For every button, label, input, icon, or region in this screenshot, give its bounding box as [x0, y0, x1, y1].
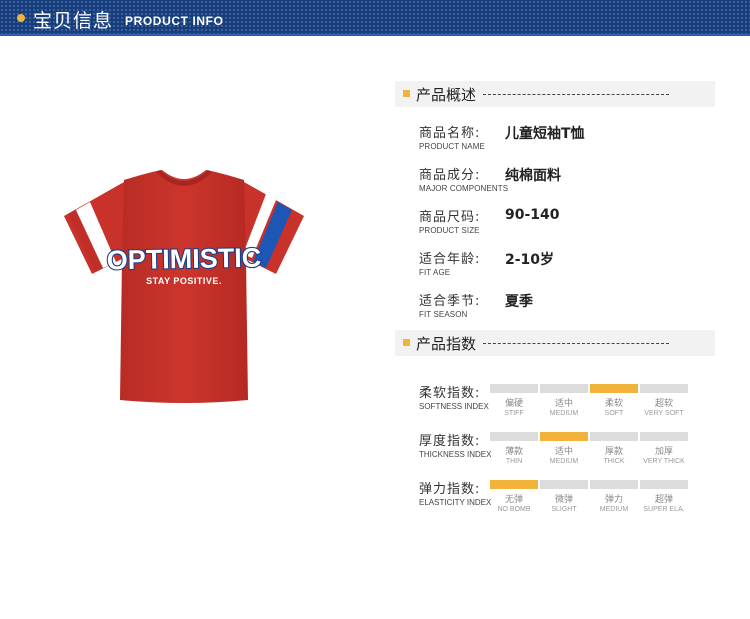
- index-label-en: ELASTICITY INDEX: [419, 498, 492, 507]
- index-level-bar: [540, 480, 588, 489]
- index-option: 超软 VERY SOFT: [640, 396, 688, 417]
- index-option: 厚款 THICK: [590, 444, 638, 465]
- index-option-en: THICK: [603, 458, 625, 465]
- index-option-en: MEDIUM: [599, 506, 629, 513]
- header-divider: [0, 34, 750, 36]
- row-value-size: 90-140: [505, 207, 560, 223]
- index-option-en: MEDIUM: [549, 410, 579, 417]
- row-label-cn: 商品名称:: [419, 126, 481, 141]
- index-option-cn: 加厚: [654, 447, 673, 457]
- index-label-cn: 柔软指数:: [419, 386, 481, 401]
- indices-section-header: 产品指数: [395, 330, 715, 356]
- row-value-components: 纯棉面料: [505, 168, 561, 184]
- index-level-bar: [590, 384, 638, 393]
- index-label-en: SOFTNESS INDEX: [419, 402, 489, 411]
- tshirt-image: OPTIMISTIC STAY POSITIVE.: [64, 170, 304, 403]
- index-option-en: STIFF: [504, 410, 524, 417]
- index-label: 弹力指数: ELASTICITY INDEX: [419, 478, 491, 507]
- index-option-cn: 适中: [554, 399, 573, 409]
- index-option: 超弹 SUPER ELA.: [640, 492, 688, 513]
- row-value-season: 夏季: [505, 294, 533, 310]
- index-label-en: THICKNESS INDEX: [419, 450, 492, 459]
- index-level-bar: [540, 384, 588, 393]
- index-option-cn: 无弹: [504, 495, 523, 505]
- index-option-cn: 超软: [654, 399, 673, 409]
- index-level-bar: [490, 432, 538, 441]
- index-option-en: SLIGHT: [551, 506, 577, 513]
- overview-row-name: 商品名称: PRODUCT NAME: [419, 122, 485, 151]
- header-dot-icon: [17, 14, 25, 22]
- overview-row-age: 适合年龄: FIT AGE: [419, 248, 480, 277]
- index-level-bar: [640, 432, 688, 441]
- index-option-cn: 适中: [554, 447, 573, 457]
- index-option-en: NO BOMB: [497, 506, 531, 513]
- row-label-cn: 适合季节:: [419, 294, 481, 309]
- index-option: 微弹 SLIGHT: [540, 492, 588, 513]
- index-level-bar: [590, 480, 638, 489]
- row-label-cn: 商品成分:: [419, 168, 481, 183]
- index-level-bar: [490, 384, 538, 393]
- row-label-en: PRODUCT SIZE: [419, 226, 480, 235]
- indices-bullet-icon: [403, 339, 410, 346]
- row-label-cn: 商品尺码:: [419, 210, 481, 225]
- index-option-cn: 偏硬: [504, 399, 523, 409]
- overview-title: 产品概述: [416, 86, 477, 104]
- index-option-en: MEDIUM: [549, 458, 579, 465]
- index-option-cn: 厚款: [604, 447, 623, 457]
- row-label-en: FIT AGE: [419, 268, 451, 277]
- index-label: 厚度指数: THICKNESS INDEX: [419, 430, 491, 459]
- index-option-en: SUPER ELA.: [643, 506, 685, 513]
- index-option: 适中 MEDIUM: [540, 396, 588, 417]
- index-label-cn: 弹力指数:: [419, 482, 481, 497]
- index-level-bar: [640, 384, 688, 393]
- row-label-en: MAJOR COMPONENTS: [419, 184, 509, 193]
- row-label-en: FIT SEASON: [419, 310, 468, 319]
- overview-dashed-divider: [483, 94, 669, 95]
- index-level-bar: [490, 480, 538, 489]
- index-option: 薄款 THIN: [490, 444, 538, 465]
- index-label-cn: 厚度指数:: [419, 434, 481, 449]
- index-option-cn: 超弹: [654, 495, 673, 505]
- overview-row-size: 商品尺码: PRODUCT SIZE: [419, 206, 480, 235]
- overview-row-season: 适合季节: FIT SEASON: [419, 290, 480, 319]
- overview-row-components: 商品成分: MAJOR COMPONENTS: [419, 164, 508, 193]
- index-level-bar: [590, 432, 638, 441]
- index-option: 加厚 VERY THICK: [640, 444, 688, 465]
- row-label-en: PRODUCT NAME: [419, 142, 485, 151]
- indices-title: 产品指数: [416, 335, 477, 353]
- row-value-age: 2-10岁: [505, 252, 555, 268]
- index-option-cn: 柔软: [604, 399, 623, 409]
- header-title-cn: 宝贝信息: [33, 10, 114, 32]
- index-option: 弹力 MEDIUM: [590, 492, 638, 513]
- header-title-en: PRODUCT INFO: [125, 14, 224, 28]
- index-option-cn: 弹力: [604, 495, 623, 505]
- tshirt-print-main: OPTIMISTIC: [107, 243, 262, 276]
- index-option-cn: 薄款: [504, 447, 523, 457]
- row-value-name: 儿童短袖T恤: [505, 126, 585, 142]
- index-option-en: SOFT: [604, 410, 624, 417]
- index-level-bar: [540, 432, 588, 441]
- index-option: 无弹 NO BOMB: [490, 492, 538, 513]
- index-level-bar: [640, 480, 688, 489]
- header-bar: 宝贝信息 PRODUCT INFO: [0, 0, 750, 34]
- overview-section-header: 产品概述: [395, 81, 715, 107]
- overview-bullet-icon: [403, 90, 410, 97]
- index-option-en: THIN: [505, 458, 523, 465]
- indices-dashed-divider: [483, 343, 669, 344]
- index-option: 柔软 SOFT: [590, 396, 638, 417]
- tshirt-print-sub: STAY POSITIVE.: [146, 276, 222, 286]
- index-option: 偏硬 STIFF: [490, 396, 538, 417]
- index-option-cn: 微弹: [554, 495, 573, 505]
- index-option-en: VERY THICK: [643, 458, 685, 465]
- index-option-en: VERY SOFT: [644, 410, 684, 417]
- row-label-cn: 适合年龄:: [419, 252, 481, 267]
- index-option: 适中 MEDIUM: [540, 444, 588, 465]
- index-label: 柔软指数: SOFTNESS INDEX: [419, 382, 489, 411]
